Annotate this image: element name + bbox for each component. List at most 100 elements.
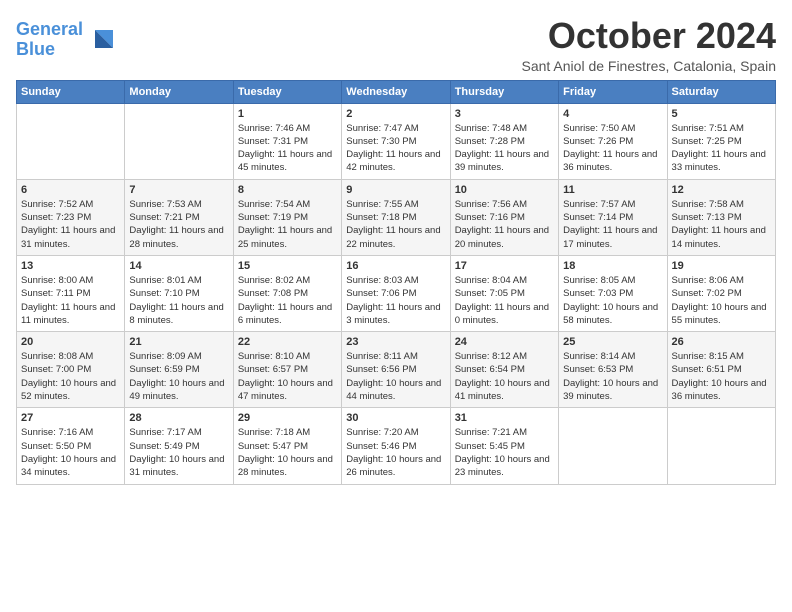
calendar-cell: 17 Sunrise: 8:04 AM Sunset: 7:05 PM Dayli… (450, 255, 558, 331)
day-number: 29 (238, 412, 337, 424)
day-detail: Sunrise: 7:55 AM Sunset: 7:18 PM Dayligh… (346, 198, 445, 251)
day-detail: Sunrise: 7:57 AM Sunset: 7:14 PM Dayligh… (563, 198, 662, 251)
calendar-cell: 29Sunrise: 7:18 AM Sunset: 5:47 PM Dayli… (233, 408, 341, 484)
day-detail: Sunrise: 7:52 AM Sunset: 7:23 PM Dayligh… (21, 198, 120, 251)
day-number: 3 (455, 108, 554, 120)
logo-blue: Blue (16, 39, 55, 59)
day-number: 16 (346, 260, 445, 272)
calendar-cell: 27 Sunrise: 7:16 AM Sunset: 5:50 PM Dayli… (17, 408, 125, 484)
day-number: 11 (563, 184, 662, 196)
calendar-cell: 20 Sunrise: 8:08 AM Sunset: 7:00 PM Dayli… (17, 332, 125, 408)
month-title: October 2024 (522, 16, 777, 56)
day-detail: Sunrise: 7:47 AM Sunset: 7:30 PM Dayligh… (346, 122, 445, 175)
day-detail: Sunrise: 8:05 AM Sunset: 7:03 PM Dayligh… (563, 274, 662, 327)
calendar-cell: 31 Sunrise: 7:21 AM Sunset: 5:45 PM Dayli… (450, 408, 558, 484)
calendar-cell: 22 Sunrise: 8:10 AM Sunset: 6:57 PM Dayli… (233, 332, 341, 408)
calendar-cell: 24 Sunrise: 8:12 AM Sunset: 6:54 PM Dayli… (450, 332, 558, 408)
day-number: 24 (455, 336, 554, 348)
day-number: 4 (563, 108, 662, 120)
calendar-cell: 10Sunrise: 7:56 AM Sunset: 7:16 PM Dayli… (450, 179, 558, 255)
calendar-cell: 21 Sunrise: 8:09 AM Sunset: 6:59 PM Dayli… (125, 332, 233, 408)
week-row-2: 6 Sunrise: 7:52 AM Sunset: 7:23 PM Daylig… (17, 179, 776, 255)
calendar-cell: 18Sunrise: 8:05 AM Sunset: 7:03 PM Dayli… (559, 255, 667, 331)
col-header-sunday: Sunday (17, 80, 125, 103)
calendar-cell: 3 Sunrise: 7:48 AM Sunset: 7:28 PM Daylig… (450, 103, 558, 179)
week-row-5: 27 Sunrise: 7:16 AM Sunset: 5:50 PM Dayli… (17, 408, 776, 484)
day-detail: Sunrise: 8:12 AM Sunset: 6:54 PM Dayligh… (455, 350, 554, 403)
calendar-cell (125, 103, 233, 179)
day-number: 26 (672, 336, 771, 348)
day-detail: Sunrise: 7:46 AM Sunset: 7:31 PM Dayligh… (238, 122, 337, 175)
day-detail: Sunrise: 8:06 AM Sunset: 7:02 PM Dayligh… (672, 274, 771, 327)
col-header-tuesday: Tuesday (233, 80, 341, 103)
calendar-cell (17, 103, 125, 179)
col-header-wednesday: Wednesday (342, 80, 450, 103)
calendar-cell: 5 Sunrise: 7:51 AM Sunset: 7:25 PM Daylig… (667, 103, 775, 179)
day-number: 21 (129, 336, 228, 348)
day-number: 7 (129, 184, 228, 196)
day-detail: Sunrise: 8:15 AM Sunset: 6:51 PM Dayligh… (672, 350, 771, 403)
day-number: 13 (21, 260, 120, 272)
day-number: 23 (346, 336, 445, 348)
day-number: 17 (455, 260, 554, 272)
col-header-monday: Monday (125, 80, 233, 103)
day-number: 20 (21, 336, 120, 348)
day-detail: Sunrise: 7:58 AM Sunset: 7:13 PM Dayligh… (672, 198, 771, 251)
day-detail: Sunrise: 8:03 AM Sunset: 7:06 PM Dayligh… (346, 274, 445, 327)
week-row-1: 1 Sunrise: 7:46 AM Sunset: 7:31 PM Daylig… (17, 103, 776, 179)
logo: General Blue (16, 20, 113, 60)
day-number: 10 (455, 184, 554, 196)
day-detail: Sunrise: 8:00 AM Sunset: 7:11 PM Dayligh… (21, 274, 120, 327)
day-detail: Sunrise: 8:04 AM Sunset: 7:05 PM Dayligh… (455, 274, 554, 327)
day-detail: Sunrise: 8:08 AM Sunset: 7:00 PM Dayligh… (21, 350, 120, 403)
day-detail: Sunrise: 7:48 AM Sunset: 7:28 PM Dayligh… (455, 122, 554, 175)
week-row-4: 20 Sunrise: 8:08 AM Sunset: 7:00 PM Dayli… (17, 332, 776, 408)
calendar-cell: 16 Sunrise: 8:03 AM Sunset: 7:06 PM Dayli… (342, 255, 450, 331)
col-header-friday: Friday (559, 80, 667, 103)
day-detail: Sunrise: 7:51 AM Sunset: 7:25 PM Dayligh… (672, 122, 771, 175)
day-number: 2 (346, 108, 445, 120)
calendar-cell: 1 Sunrise: 7:46 AM Sunset: 7:31 PM Daylig… (233, 103, 341, 179)
day-number: 5 (672, 108, 771, 120)
col-header-thursday: Thursday (450, 80, 558, 103)
calendar-cell: 11 Sunrise: 7:57 AM Sunset: 7:14 PM Dayli… (559, 179, 667, 255)
day-detail: Sunrise: 8:02 AM Sunset: 7:08 PM Dayligh… (238, 274, 337, 327)
day-number: 1 (238, 108, 337, 120)
calendar-cell: 9Sunrise: 7:55 AM Sunset: 7:18 PM Daylig… (342, 179, 450, 255)
calendar-cell: 6 Sunrise: 7:52 AM Sunset: 7:23 PM Daylig… (17, 179, 125, 255)
day-number: 6 (21, 184, 120, 196)
day-detail: Sunrise: 8:10 AM Sunset: 6:57 PM Dayligh… (238, 350, 337, 403)
day-detail: Sunrise: 7:50 AM Sunset: 7:26 PM Dayligh… (563, 122, 662, 175)
day-number: 14 (129, 260, 228, 272)
day-detail: Sunrise: 7:54 AM Sunset: 7:19 PM Dayligh… (238, 198, 337, 251)
day-detail: Sunrise: 7:21 AM Sunset: 5:45 PM Dayligh… (455, 426, 554, 479)
calendar-cell: 28Sunrise: 7:17 AM Sunset: 5:49 PM Dayli… (125, 408, 233, 484)
logo-general: General (16, 19, 83, 39)
calendar-cell: 4 Sunrise: 7:50 AM Sunset: 7:26 PM Daylig… (559, 103, 667, 179)
day-number: 31 (455, 412, 554, 424)
day-detail: Sunrise: 7:20 AM Sunset: 5:46 PM Dayligh… (346, 426, 445, 479)
day-detail: Sunrise: 7:16 AM Sunset: 5:50 PM Dayligh… (21, 426, 120, 479)
day-number: 30 (346, 412, 445, 424)
page-header: General Blue October 2024 Sant Aniol de … (16, 16, 776, 74)
day-number: 27 (21, 412, 120, 424)
location-subtitle: Sant Aniol de Finestres, Catalonia, Spai… (522, 58, 777, 74)
calendar-cell: 30 Sunrise: 7:20 AM Sunset: 5:46 PM Dayli… (342, 408, 450, 484)
day-detail: Sunrise: 8:01 AM Sunset: 7:10 PM Dayligh… (129, 274, 228, 327)
day-number: 15 (238, 260, 337, 272)
day-detail: Sunrise: 8:09 AM Sunset: 6:59 PM Dayligh… (129, 350, 228, 403)
calendar-cell: 15 Sunrise: 8:02 AM Sunset: 7:08 PM Dayli… (233, 255, 341, 331)
title-block: October 2024 Sant Aniol de Finestres, Ca… (522, 16, 777, 74)
day-number: 28 (129, 412, 228, 424)
week-row-3: 13 Sunrise: 8:00 AM Sunset: 7:11 PM Dayli… (17, 255, 776, 331)
col-header-saturday: Saturday (667, 80, 775, 103)
calendar-cell: 7Sunrise: 7:53 AM Sunset: 7:21 PM Daylig… (125, 179, 233, 255)
calendar-cell: 26 Sunrise: 8:15 AM Sunset: 6:51 PM Dayli… (667, 332, 775, 408)
day-number: 22 (238, 336, 337, 348)
calendar-cell: 13 Sunrise: 8:00 AM Sunset: 7:11 PM Dayli… (17, 255, 125, 331)
calendar-cell: 14 Sunrise: 8:01 AM Sunset: 7:10 PM Dayli… (125, 255, 233, 331)
calendar-cell: 23Sunrise: 8:11 AM Sunset: 6:56 PM Dayli… (342, 332, 450, 408)
day-number: 25 (563, 336, 662, 348)
calendar-cell: 12Sunrise: 7:58 AM Sunset: 7:13 PM Dayli… (667, 179, 775, 255)
calendar-cell: 8Sunrise: 7:54 AM Sunset: 7:19 PM Daylig… (233, 179, 341, 255)
